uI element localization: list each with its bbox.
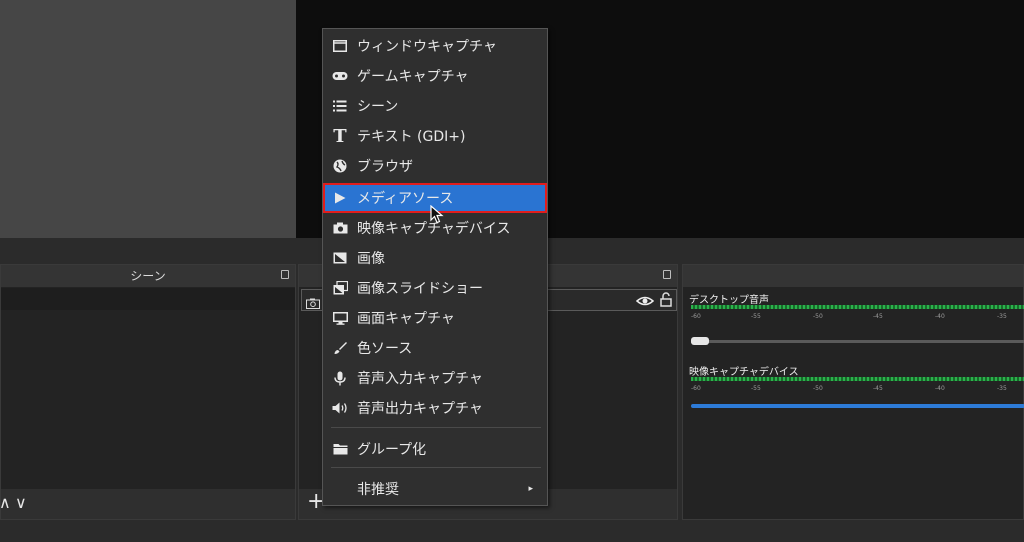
text-icon: T	[333, 125, 347, 147]
volume-slider[interactable]	[691, 404, 1024, 408]
meter-tick: -45	[873, 385, 883, 392]
menu-item-label: 音声入力キャプチャ	[357, 371, 483, 387]
meter-tick: -50	[813, 313, 823, 320]
scenes-title-label: シーン	[130, 269, 166, 283]
meter-tick: -35	[997, 313, 1007, 320]
menu-item-game-capture[interactable]: ゲームキャプチャ	[325, 63, 545, 89]
mixer-dock-title	[683, 265, 1023, 287]
menu-item-label: 非推奨	[357, 482, 399, 498]
list-icon	[329, 95, 351, 117]
image-icon	[329, 247, 351, 269]
menu-item-audio-output-capture[interactable]: 音声出力キャプチャ	[325, 395, 545, 421]
camera-icon	[306, 294, 320, 309]
menu-item-text-gdi[interactable]: T テキスト (GDI+)	[325, 123, 545, 149]
menu-item-label: 音声出力キャプチャ	[357, 401, 483, 417]
undock-icon[interactable]	[663, 270, 671, 279]
meter-tick: -50	[813, 385, 823, 392]
slideshow-icon	[329, 277, 351, 299]
folder-icon	[329, 438, 351, 460]
menu-item-image-slideshow[interactable]: 画像スライドショー	[325, 275, 545, 301]
meter-tick: -55	[751, 313, 761, 320]
volume-slider[interactable]	[691, 337, 1024, 345]
menu-item-audio-input-capture[interactable]: 音声入力キャプチャ	[325, 365, 545, 391]
camera-icon	[329, 217, 351, 239]
move-down-icon[interactable]: ∨	[15, 493, 27, 512]
empty-icon-slot	[329, 478, 351, 500]
menu-item-label: ウィンドウキャプチャ	[357, 39, 497, 55]
menu-separator	[331, 467, 541, 468]
volume-slider-handle[interactable]	[691, 337, 709, 345]
menu-item-window-capture[interactable]: ウィンドウキャプチャ	[325, 33, 545, 59]
microphone-icon	[329, 367, 351, 389]
menu-item-scene[interactable]: シーン	[325, 93, 545, 119]
menu-item-deprecated[interactable]: 非推奨 ▸	[325, 476, 545, 502]
menu-item-label: グループ化	[357, 442, 427, 458]
menu-item-label: シーン	[357, 99, 399, 115]
meter-tick: -45	[873, 313, 883, 320]
preview-left-pane	[0, 0, 296, 238]
window-icon	[329, 35, 351, 57]
menu-item-label: テキスト (GDI+)	[357, 129, 466, 145]
volume-meter	[691, 305, 1024, 309]
brush-icon	[329, 337, 351, 359]
visibility-eye-icon[interactable]	[635, 293, 655, 307]
unlock-icon[interactable]	[660, 292, 672, 307]
play-icon	[329, 187, 351, 209]
meter-tick: -60	[691, 385, 701, 392]
menu-item-label: ブラウザ	[357, 159, 413, 175]
move-up-icon[interactable]: ∧	[0, 493, 11, 512]
scenes-toolbar: ∧ ∨	[0, 489, 295, 519]
scenes-dock: シーン ∧ ∨	[0, 264, 296, 520]
meter-ticks: -60 -55 -50 -45 -40 -35	[691, 385, 1024, 393]
menu-item-label: ゲームキャプチャ	[357, 69, 469, 85]
monitor-icon	[329, 307, 351, 329]
menu-item-group[interactable]: グループ化	[325, 436, 545, 462]
menu-item-label: 色ソース	[357, 341, 413, 357]
menu-separator	[331, 427, 541, 428]
menu-item-display-capture[interactable]: 画面キャプチャ	[325, 305, 545, 331]
volume-meter	[691, 377, 1024, 381]
meter-tick: -60	[691, 313, 701, 320]
menu-item-image[interactable]: 画像	[325, 245, 545, 271]
globe-icon	[329, 155, 351, 177]
meter-ticks: -60 -55 -50 -45 -40 -35	[691, 313, 1024, 321]
menu-item-label: 画面キャプチャ	[357, 311, 455, 327]
menu-item-label: 画像	[357, 251, 385, 267]
meter-tick: -55	[751, 385, 761, 392]
mouse-cursor-icon	[430, 204, 444, 225]
gamepad-icon	[329, 65, 351, 87]
menu-item-color-source[interactable]: 色ソース	[325, 335, 545, 361]
audio-mixer-dock: デスクトップ音声 -60 -55 -50 -45 -40 -35 映像キャプチャ…	[682, 264, 1024, 520]
menu-item-label: 画像スライドショー	[357, 281, 483, 297]
menu-item-browser[interactable]: ブラウザ	[325, 153, 545, 179]
undock-icon[interactable]	[281, 270, 289, 279]
add-source-context-menu: ウィンドウキャプチャ ゲームキャプチャ シーン T テキスト (GDI+) ブラ…	[322, 28, 548, 506]
mixer-channel-name: 映像キャプチャデバイス	[689, 367, 799, 378]
meter-tick: -40	[935, 385, 945, 392]
scenes-dock-title: シーン	[1, 265, 295, 287]
status-bar	[0, 520, 1024, 542]
submenu-arrow-icon: ▸	[528, 484, 533, 494]
meter-tick: -35	[997, 385, 1007, 392]
meter-tick: -40	[935, 313, 945, 320]
speaker-icon	[329, 397, 351, 419]
scene-list-item[interactable]	[1, 288, 295, 310]
mixer-channel-name: デスクトップ音声	[689, 295, 769, 306]
